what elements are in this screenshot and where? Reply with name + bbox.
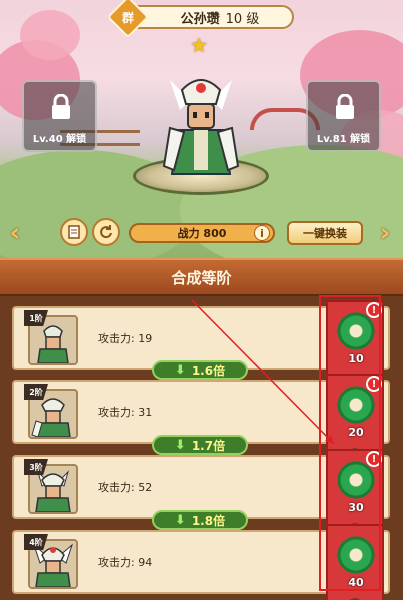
jade-icon [337, 536, 375, 574]
hero-name-plate: 公孙瓒 10 级 [126, 5, 294, 29]
scroll-icon [68, 225, 80, 239]
hero-level: 10 级 [225, 11, 260, 27]
blossom-tree [20, 10, 80, 60]
jade-count: 10 [348, 352, 364, 365]
attack-stat: 攻击力: 31 [98, 406, 153, 419]
hero-name: 公孙瓒 [180, 11, 220, 27]
refresh-icon [100, 225, 112, 239]
multiplier-value: 1.8倍 [191, 513, 226, 528]
info-icon[interactable]: i [254, 225, 270, 241]
hero-sprite[interactable] [160, 70, 242, 182]
down-arrow-icon: ⬇ [174, 512, 186, 528]
combat-power-value: 战力 800 [177, 227, 227, 240]
attack-stat: 攻击力: 94 [98, 556, 153, 569]
multiplier-value: 1.6倍 [191, 363, 226, 378]
locked-slot-right[interactable]: Lv.81 解锁 [306, 80, 381, 152]
down-arrow-icon: ⬇ [174, 362, 186, 378]
prev-hero-arrow-icon[interactable]: ‹ [6, 218, 24, 248]
jade-icon [337, 461, 375, 499]
lock-icon [52, 94, 70, 119]
reset-button[interactable] [92, 218, 120, 246]
unlock-level-label: Lv.40 解锁 [32, 134, 87, 145]
multiplier-value: 1.7倍 [191, 438, 226, 453]
tier-list: 1阶 攻击力: 19 10 ! ⬇ 1.6倍 2阶 攻击力: 31 20 ! ⬇… [0, 296, 403, 600]
multiplier-badge: ⬇ 1.8倍 [152, 510, 248, 530]
next-hero-arrow-icon[interactable]: › [376, 218, 394, 248]
hero-scene: 公孙瓒 10 级 群 ★ Lv.40 解锁 Lv.81 解锁 ‹ › 战力 80… [0, 0, 403, 258]
jade-count: 30 [348, 501, 364, 514]
attack-stat: 攻击力: 52 [98, 481, 153, 494]
alert-icon: ! [366, 376, 382, 392]
tier-row: 4阶 攻击力: 94 40 [12, 524, 390, 600]
unlock-level-label: Lv.81 解锁 [316, 134, 371, 145]
jade-icon [337, 312, 375, 350]
lock-icon [336, 94, 354, 119]
multiplier-badge: ⬇ 1.7倍 [152, 435, 248, 455]
multiplier-badge: ⬇ 1.6倍 [152, 360, 248, 380]
alert-icon: ! [366, 451, 382, 467]
section-title: 合成等阶 [0, 258, 403, 296]
faction-label: 群 [121, 10, 134, 25]
star-icon: ★ [190, 33, 208, 57]
jade-icon [337, 386, 375, 424]
one-click-equip-button[interactable]: 一键换装 [287, 221, 363, 245]
scroll-button[interactable] [60, 218, 88, 246]
jade-count: 20 [348, 426, 364, 439]
alert-icon: ! [366, 302, 382, 318]
jade-count: 40 [348, 576, 364, 589]
locked-slot-left[interactable]: Lv.40 解锁 [22, 80, 97, 152]
attack-stat: 攻击力: 19 [98, 332, 153, 345]
down-arrow-icon: ⬇ [174, 437, 186, 453]
